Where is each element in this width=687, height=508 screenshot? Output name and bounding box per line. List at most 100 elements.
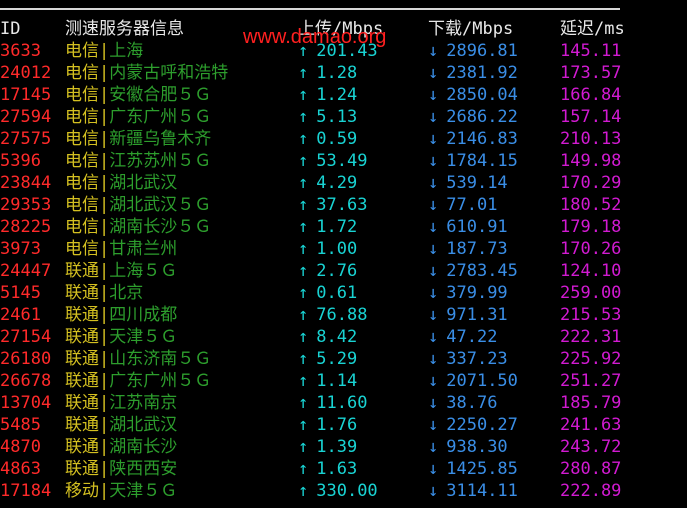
- up-arrow-icon: ↑: [298, 415, 309, 435]
- up-arrow-icon: ↑: [298, 217, 309, 237]
- up-arrow-icon: ↑: [298, 107, 309, 127]
- table-row: 26180 联通|山东济南５Ｇ ↑ 5.29 ↓ 337.23 225.92: [0, 348, 687, 370]
- isp-name: 联通: [65, 283, 99, 303]
- isp-name: 联通: [65, 305, 99, 325]
- upload-value: 37.63: [316, 195, 368, 215]
- download-value: 2850.04: [446, 85, 518, 105]
- latency-value: 259.00: [560, 283, 622, 303]
- server-node: 电信|安徽合肥５Ｇ: [65, 84, 211, 106]
- isp-name: 电信: [65, 173, 99, 193]
- latency-value: 222.89: [560, 481, 622, 501]
- location-name: 湖北武汉: [109, 415, 178, 435]
- server-id: 13704: [0, 393, 52, 413]
- down-arrow-icon: ↓: [428, 261, 439, 281]
- upload-speed: ↑ 5.13: [298, 106, 357, 128]
- upload-speed: ↑ 2.76: [298, 260, 357, 282]
- up-arrow-icon: ↑: [298, 261, 309, 281]
- download-speed: ↓ 379.99: [428, 282, 508, 304]
- upload-speed: ↑ 76.88: [298, 304, 367, 326]
- isp-name: 联通: [65, 437, 99, 457]
- location-name: 湖南长沙: [109, 437, 178, 457]
- server-id: 27575: [0, 129, 52, 149]
- table-row: 3973 电信|甘肃兰州 ↑ 1.00 ↓ 187.73 170.26: [0, 238, 687, 260]
- down-arrow-icon: ↓: [428, 327, 439, 347]
- server-node: 联通|山东济南５Ｇ: [65, 348, 211, 370]
- download-speed: ↓ 971.31: [428, 304, 508, 326]
- table-row: 27154 联通|天津５Ｇ ↑ 8.42 ↓ 47.22 222.31: [0, 326, 687, 348]
- location-name: 湖南长沙５Ｇ: [109, 217, 212, 237]
- server-node: 联通|北京: [65, 282, 143, 304]
- upload-value: 1.00: [316, 239, 358, 259]
- download-value: 47.22: [446, 327, 498, 347]
- download-speed: ↓ 77.01: [428, 194, 497, 216]
- upload-speed: ↑ 1.76: [298, 414, 357, 436]
- isp-name: 电信: [65, 85, 99, 105]
- upload-value: 1.63: [316, 459, 358, 479]
- download-speed: ↓ 38.76: [428, 392, 497, 414]
- server-node: 电信|新疆乌鲁木齐: [65, 128, 211, 150]
- header-id: ID: [0, 19, 21, 39]
- location-name: 广东广州５Ｇ: [109, 371, 212, 391]
- location-name: 新疆乌鲁木齐: [109, 129, 212, 149]
- up-arrow-icon: ↑: [298, 129, 309, 149]
- header-node: 测速服务器信息: [65, 19, 184, 39]
- latency-value: 215.53: [560, 305, 622, 325]
- header-latency: 延迟/ms: [560, 19, 625, 39]
- upload-value: 0.61: [316, 283, 358, 303]
- download-speed: ↓ 2250.27: [428, 414, 518, 436]
- latency-value: 185.79: [560, 393, 622, 413]
- server-node: 电信|内蒙古呼和浩特: [65, 62, 228, 84]
- server-id: 5145: [0, 283, 41, 303]
- header-rule: [0, 8, 620, 10]
- separator: |: [99, 437, 110, 457]
- download-speed: ↓ 1784.15: [428, 150, 518, 172]
- latency-value: 225.92: [560, 349, 622, 369]
- down-arrow-icon: ↓: [428, 393, 439, 413]
- server-id: 2461: [0, 305, 41, 325]
- location-name: 四川成都: [109, 305, 178, 325]
- down-arrow-icon: ↓: [428, 63, 439, 83]
- upload-value: 1.24: [316, 85, 358, 105]
- down-arrow-icon: ↓: [428, 305, 439, 325]
- download-value: 187.73: [446, 239, 508, 259]
- upload-speed: ↑ 1.28: [298, 62, 357, 84]
- isp-name: 电信: [65, 195, 99, 215]
- server-node: 联通|湖北武汉: [65, 414, 177, 436]
- server-id: 27594: [0, 107, 52, 127]
- upload-value: 1.72: [316, 217, 358, 237]
- upload-speed: ↑ 5.29: [298, 348, 357, 370]
- server-id: 24012: [0, 63, 52, 83]
- latency-value: 241.63: [560, 415, 622, 435]
- download-value: 610.91: [446, 217, 508, 237]
- table-row: 28225 电信|湖南长沙５Ｇ ↑ 1.72 ↓ 610.91 179.18: [0, 216, 687, 238]
- up-arrow-icon: ↑: [298, 195, 309, 215]
- isp-name: 联通: [65, 261, 99, 281]
- server-id: 26180: [0, 349, 52, 369]
- upload-speed: ↑ 0.61: [298, 282, 357, 304]
- download-value: 2686.22: [446, 107, 518, 127]
- download-value: 2783.45: [446, 261, 518, 281]
- location-name: 甘肃兰州: [109, 239, 178, 259]
- isp-name: 联通: [65, 371, 99, 391]
- isp-name: 电信: [65, 217, 99, 237]
- down-arrow-icon: ↓: [428, 195, 439, 215]
- server-node: 联通|天津５Ｇ: [65, 326, 177, 348]
- latency-value: 145.11: [560, 41, 622, 61]
- download-speed: ↓ 2686.22: [428, 106, 518, 128]
- speedtest-results: 3633 电信|上海 ↑ 201.43 ↓ 2896.81 145.11 24012 电信|内蒙…: [0, 40, 687, 502]
- upload-value: 5.13: [316, 107, 358, 127]
- location-name: 陕西西安: [109, 459, 178, 479]
- download-value: 2071.50: [446, 371, 518, 391]
- latency-value: 251.27: [560, 371, 622, 391]
- upload-value: 4.29: [316, 173, 358, 193]
- down-arrow-icon: ↓: [428, 41, 439, 61]
- location-name: 上海: [109, 41, 144, 61]
- server-node: 移动|天津５Ｇ: [65, 480, 177, 502]
- table-row: 17184 移动|天津５Ｇ ↑ 330.00 ↓ 3114.11 222.89: [0, 480, 687, 502]
- down-arrow-icon: ↓: [428, 151, 439, 171]
- separator: |: [99, 283, 110, 303]
- server-id: 5485: [0, 415, 41, 435]
- upload-value: 76.88: [316, 305, 368, 325]
- latency-value: 180.52: [560, 195, 622, 215]
- latency-value: 166.84: [560, 85, 622, 105]
